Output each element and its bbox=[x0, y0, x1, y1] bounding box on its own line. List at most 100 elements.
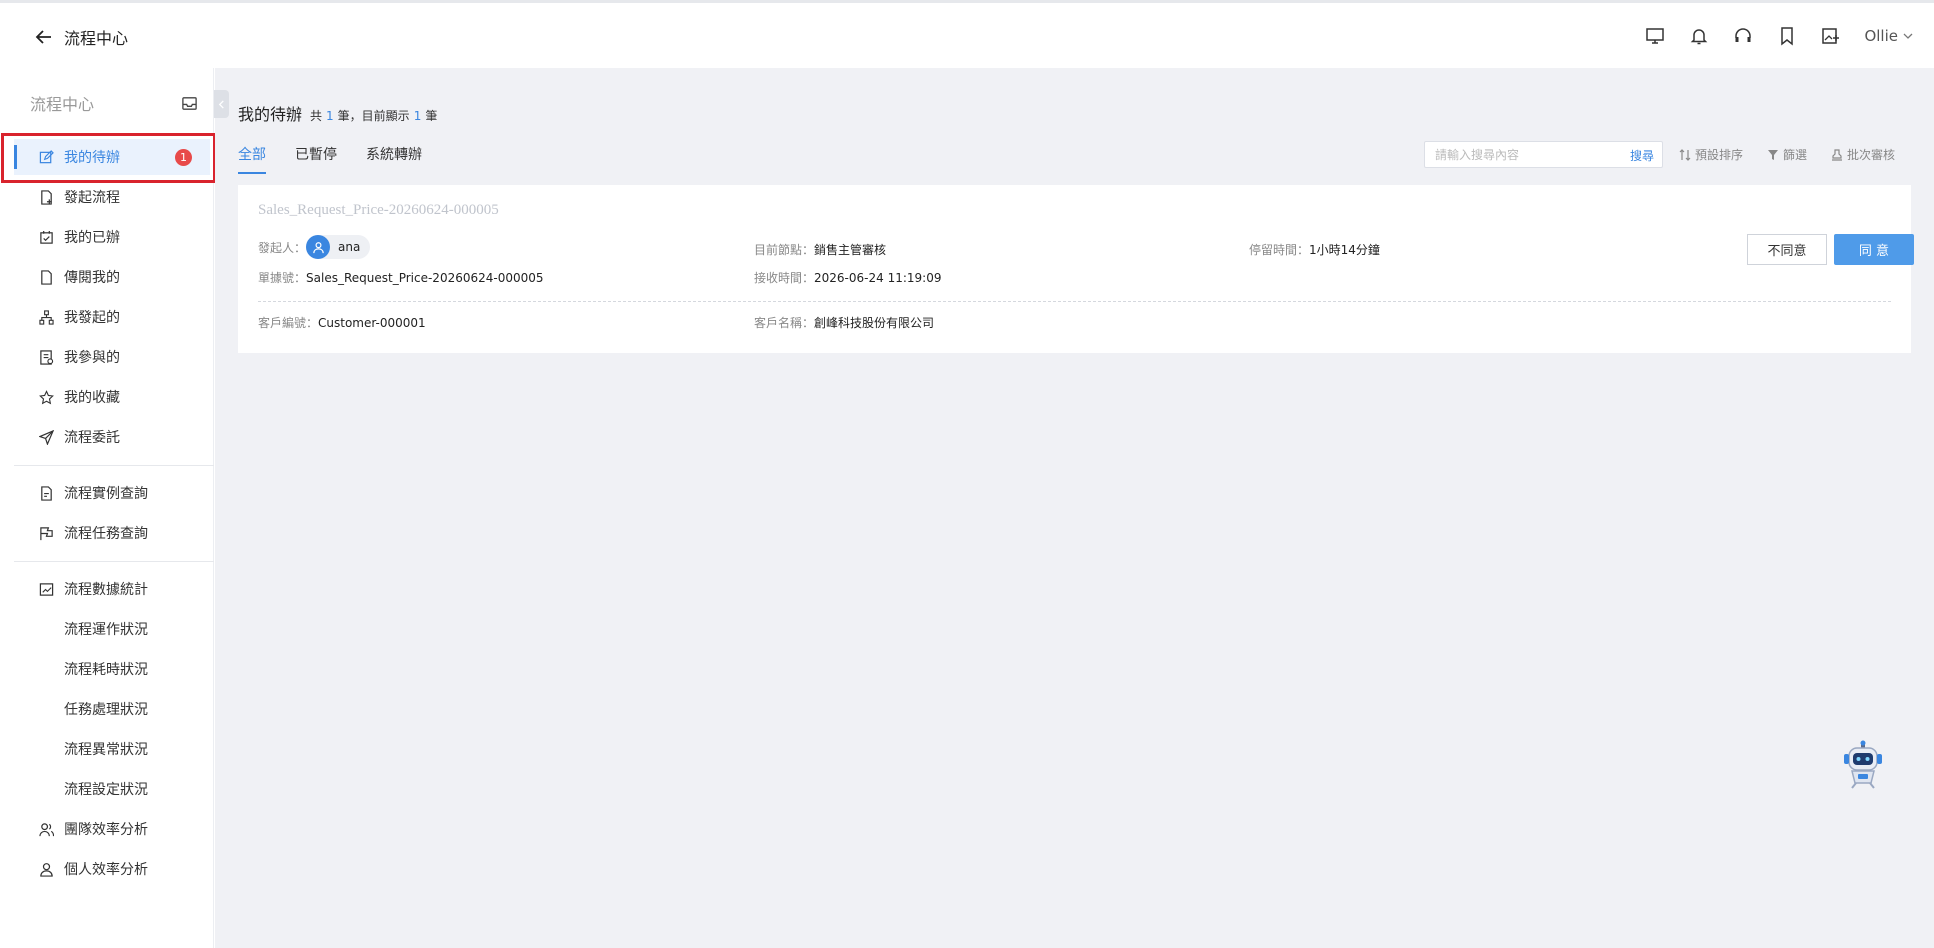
search-box: 搜尋 bbox=[1424, 141, 1663, 168]
sidebar-item-my-todo[interactable]: 我的待辦 1 bbox=[14, 139, 210, 175]
sidebar-item-participated[interactable]: 我參與的 bbox=[14, 339, 210, 375]
initiator-field: 發起人： ana bbox=[258, 235, 371, 259]
top-bar: 流程中心 Ollie bbox=[0, 0, 1934, 68]
sidebar-item-label: 發起流程 bbox=[64, 190, 120, 206]
count-total: 1 bbox=[326, 109, 334, 123]
back-button[interactable]: 流程中心 bbox=[34, 25, 128, 49]
sort-label: 預設排序 bbox=[1695, 148, 1744, 162]
customer-name-label: 客戶名稱： bbox=[754, 316, 815, 330]
main-content: 我的待辦 共1筆，目前顯示1筆 全部 已暫停 系統轉辦 搜尋 預設排序 篩選 批… bbox=[215, 68, 1934, 948]
sidebar: 流程中心 我的待辦 1 發起流程 我的已辦 傳閱我的 我發起的 我參與的 我的收… bbox=[0, 68, 214, 948]
filter-label: 篩選 bbox=[1783, 148, 1808, 162]
headset-icon[interactable] bbox=[1732, 25, 1754, 47]
sidebar-item-label: 我參與的 bbox=[64, 350, 120, 366]
sidebar-item-my-done[interactable]: 我的已辦 bbox=[14, 219, 210, 255]
header-toolbar: Ollie bbox=[1622, 25, 1914, 47]
image-edit-icon[interactable] bbox=[1820, 25, 1842, 47]
stamp-icon bbox=[1832, 148, 1843, 161]
sidebar-item-personal-efficiency[interactable]: 個人效率分析 bbox=[14, 851, 210, 887]
edit-icon bbox=[38, 149, 54, 165]
sidebar-collapse-button[interactable] bbox=[214, 90, 229, 118]
tab-system-transfer[interactable]: 系統轉辦 bbox=[366, 144, 422, 174]
customer-number-field: 客戶編號： Customer-000001 bbox=[258, 314, 426, 331]
file-add-icon bbox=[38, 189, 54, 205]
stay-time-value: 1小時14分鐘 bbox=[1309, 243, 1380, 257]
sidebar-header: 流程中心 bbox=[30, 92, 198, 114]
sidebar-item-start-process[interactable]: 發起流程 bbox=[14, 179, 210, 215]
chevron-left-icon bbox=[218, 99, 224, 109]
flag-icon bbox=[38, 525, 54, 541]
received-time-label: 接收時間： bbox=[754, 271, 815, 285]
sidebar-item-label: 流程設定狀況 bbox=[64, 782, 148, 798]
sort-icon bbox=[1679, 148, 1691, 161]
current-node-value: 銷售主管審核 bbox=[814, 243, 887, 257]
count-suffix: 筆 bbox=[425, 109, 438, 123]
received-time-field: 接收時間： 2026-06-24 11:19:09 bbox=[754, 269, 941, 286]
sort-button[interactable]: 預設排序 bbox=[1679, 146, 1743, 163]
inbox-icon[interactable] bbox=[181, 95, 198, 112]
search-input[interactable] bbox=[1425, 142, 1615, 167]
chevron-down-icon bbox=[1903, 33, 1913, 39]
order-number-value: Sales_Request_Price-20260624-000005 bbox=[306, 270, 544, 285]
user-menu[interactable]: Ollie bbox=[1864, 27, 1914, 45]
sidebar-item-duration-status[interactable]: 流程耗時狀況 bbox=[14, 651, 210, 687]
sidebar-item-label: 我的已辦 bbox=[64, 230, 120, 246]
card-divider bbox=[258, 301, 1891, 302]
sidebar-item-settings-status[interactable]: 流程設定狀況 bbox=[14, 771, 210, 807]
received-time-value: 2026-06-24 11:19:09 bbox=[814, 270, 942, 285]
sidebar-item-circulated[interactable]: 傳閱我的 bbox=[14, 259, 210, 295]
tab-paused[interactable]: 已暫停 bbox=[295, 144, 337, 174]
sidebar-item-label: 流程數據統計 bbox=[64, 582, 148, 598]
monitor-icon[interactable] bbox=[1644, 25, 1666, 47]
stay-time-field: 停留時間： 1小時14分鐘 bbox=[1249, 241, 1380, 258]
filter-button[interactable]: 篩選 bbox=[1767, 146, 1807, 163]
initiator-chip[interactable]: ana bbox=[306, 235, 371, 259]
search-button[interactable]: 搜尋 bbox=[1630, 147, 1654, 164]
batch-review-button[interactable]: 批次審核 bbox=[1831, 146, 1895, 163]
task-card[interactable]: Sales_Request_Price-20260624-000005 發起人：… bbox=[238, 185, 1914, 353]
sidebar-item-label: 我發起的 bbox=[64, 310, 120, 326]
count-badge: 1 bbox=[175, 149, 192, 166]
sidebar-item-label: 流程耗時狀況 bbox=[64, 662, 148, 678]
star-icon bbox=[38, 389, 54, 405]
team-icon bbox=[38, 821, 54, 837]
sidebar-item-label: 流程委託 bbox=[64, 430, 120, 446]
sidebar-item-task-handling-status[interactable]: 任務處理狀況 bbox=[14, 691, 210, 727]
sidebar-item-delegation[interactable]: 流程委託 bbox=[14, 419, 210, 455]
sidebar-item-label: 團隊效率分析 bbox=[64, 822, 148, 838]
user-name: Ollie bbox=[1864, 27, 1898, 45]
approve-button[interactable]: 同 意 bbox=[1834, 234, 1914, 265]
robot-assistant-icon[interactable] bbox=[1840, 740, 1886, 790]
bell-icon[interactable] bbox=[1688, 25, 1710, 47]
batch-review-label: 批次審核 bbox=[1847, 148, 1896, 162]
order-number-field: 單據號： Sales_Request_Price-20260624-000005 bbox=[258, 269, 544, 286]
initiator-name: ana bbox=[338, 240, 361, 254]
page-title: 我的待辦 bbox=[238, 105, 303, 124]
task-title[interactable]: Sales_Request_Price-20260624-000005 bbox=[258, 202, 499, 219]
initiator-label: 發起人： bbox=[258, 240, 307, 255]
page-header-title: 流程中心 bbox=[64, 29, 129, 48]
reject-button[interactable]: 不同意 bbox=[1747, 234, 1827, 265]
current-node-field: 目前節點： 銷售主管審核 bbox=[754, 241, 886, 258]
sidebar-item-label: 我的收藏 bbox=[64, 390, 120, 406]
order-number-label: 單據號： bbox=[258, 271, 307, 285]
record-count: 共 1 筆，目前顯示 1 筆 bbox=[310, 107, 437, 124]
bookmark-icon[interactable] bbox=[1776, 25, 1798, 47]
sidebar-item-label: 流程運作狀況 bbox=[64, 622, 148, 638]
sidebar-item-label: 流程異常狀況 bbox=[64, 742, 148, 758]
sidebar-item-statistics[interactable]: 流程數據統計 bbox=[14, 571, 210, 607]
sidebar-item-task-query[interactable]: 流程任務查詢 bbox=[14, 515, 210, 551]
hierarchy-icon bbox=[38, 309, 54, 325]
sidebar-item-label: 流程實例查詢 bbox=[64, 486, 148, 502]
count-mid: 筆，目前顯示 bbox=[337, 109, 410, 123]
stay-time-label: 停留時間： bbox=[1249, 243, 1310, 257]
send-icon bbox=[38, 429, 54, 445]
sidebar-item-initiated[interactable]: 我發起的 bbox=[14, 299, 210, 335]
sidebar-item-instance-query[interactable]: 流程實例查詢 bbox=[14, 475, 210, 511]
sidebar-item-operation-status[interactable]: 流程運作狀況 bbox=[14, 611, 210, 647]
sidebar-item-team-efficiency[interactable]: 團隊效率分析 bbox=[14, 811, 210, 847]
sidebar-item-favorites[interactable]: 我的收藏 bbox=[14, 379, 210, 415]
sidebar-item-label: 我的待辦 bbox=[64, 150, 120, 166]
tab-all[interactable]: 全部 bbox=[238, 144, 266, 174]
sidebar-item-exception-status[interactable]: 流程異常狀況 bbox=[14, 731, 210, 767]
